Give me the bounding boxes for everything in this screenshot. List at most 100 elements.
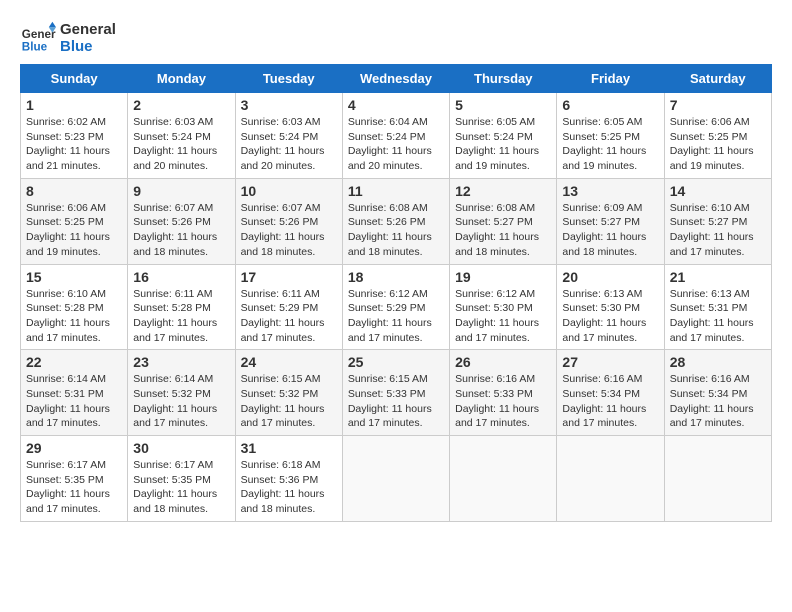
calendar-body: 1Sunrise: 6:02 AMSunset: 5:23 PMDaylight… xyxy=(21,93,772,522)
svg-text:Blue: Blue xyxy=(22,41,48,54)
calendar-cell-w4d4 xyxy=(450,436,557,522)
day-number: 2 xyxy=(133,97,229,113)
day-info: Sunrise: 6:09 AMSunset: 5:27 PMDaylight:… xyxy=(562,201,658,260)
logo: General Blue General Blue xyxy=(20,20,116,56)
calendar-cell-w1d1: 9 Sunrise: 6:07 AMSunset: 5:26 PMDaylight… xyxy=(128,178,235,264)
day-number: 27 xyxy=(562,354,658,370)
day-info: Sunrise: 6:03 AMSunset: 5:24 PMDaylight:… xyxy=(241,115,337,174)
day-number: 4 xyxy=(348,97,444,113)
calendar-cell-w3d0: 22 Sunrise: 6:14 AMSunset: 5:31 PMDayligh… xyxy=(21,350,128,436)
day-number: 8 xyxy=(26,183,122,199)
weekday-friday: Friday xyxy=(557,65,664,93)
day-info: Sunrise: 6:06 AMSunset: 5:25 PMDaylight:… xyxy=(670,115,766,174)
day-info: Sunrise: 6:08 AMSunset: 5:26 PMDaylight:… xyxy=(348,201,444,260)
day-number: 18 xyxy=(348,269,444,285)
calendar-cell-w4d5 xyxy=(557,436,664,522)
week-row-4: 22 Sunrise: 6:14 AMSunset: 5:31 PMDayligh… xyxy=(21,350,772,436)
calendar-cell-w2d4: 19 Sunrise: 6:12 AMSunset: 5:30 PMDayligh… xyxy=(450,264,557,350)
day-info: Sunrise: 6:14 AMSunset: 5:32 PMDaylight:… xyxy=(133,372,229,431)
day-info: Sunrise: 6:11 AMSunset: 5:28 PMDaylight:… xyxy=(133,287,229,346)
day-number: 6 xyxy=(562,97,658,113)
day-number: 31 xyxy=(241,440,337,456)
day-info: Sunrise: 6:16 AMSunset: 5:34 PMDaylight:… xyxy=(670,372,766,431)
day-info: Sunrise: 6:15 AMSunset: 5:33 PMDaylight:… xyxy=(348,372,444,431)
day-info: Sunrise: 6:16 AMSunset: 5:34 PMDaylight:… xyxy=(562,372,658,431)
day-number: 10 xyxy=(241,183,337,199)
calendar-cell-w3d5: 27 Sunrise: 6:16 AMSunset: 5:34 PMDayligh… xyxy=(557,350,664,436)
day-info: Sunrise: 6:16 AMSunset: 5:33 PMDaylight:… xyxy=(455,372,551,431)
day-number: 30 xyxy=(133,440,229,456)
day-number: 13 xyxy=(562,183,658,199)
weekday-tuesday: Tuesday xyxy=(235,65,342,93)
day-info: Sunrise: 6:17 AMSunset: 5:35 PMDaylight:… xyxy=(133,458,229,517)
calendar-table: SundayMondayTuesdayWednesdayThursdayFrid… xyxy=(20,64,772,522)
day-info: Sunrise: 6:11 AMSunset: 5:29 PMDaylight:… xyxy=(241,287,337,346)
week-row-5: 29 Sunrise: 6:17 AMSunset: 5:35 PMDayligh… xyxy=(21,436,772,522)
calendar-cell-w3d2: 24 Sunrise: 6:15 AMSunset: 5:32 PMDayligh… xyxy=(235,350,342,436)
day-info: Sunrise: 6:07 AMSunset: 5:26 PMDaylight:… xyxy=(133,201,229,260)
week-row-2: 8 Sunrise: 6:06 AMSunset: 5:25 PMDaylight… xyxy=(21,178,772,264)
day-info: Sunrise: 6:08 AMSunset: 5:27 PMDaylight:… xyxy=(455,201,551,260)
day-number: 25 xyxy=(348,354,444,370)
calendar-cell-w2d2: 17 Sunrise: 6:11 AMSunset: 5:29 PMDayligh… xyxy=(235,264,342,350)
calendar-cell-w0d3: 4 Sunrise: 6:04 AMSunset: 5:24 PMDaylight… xyxy=(342,93,449,179)
day-number: 23 xyxy=(133,354,229,370)
day-info: Sunrise: 6:06 AMSunset: 5:25 PMDaylight:… xyxy=(26,201,122,260)
day-number: 26 xyxy=(455,354,551,370)
day-number: 29 xyxy=(26,440,122,456)
calendar-cell-w2d5: 20 Sunrise: 6:13 AMSunset: 5:30 PMDayligh… xyxy=(557,264,664,350)
weekday-header-row: SundayMondayTuesdayWednesdayThursdayFrid… xyxy=(21,65,772,93)
day-number: 19 xyxy=(455,269,551,285)
calendar-cell-w2d6: 21Sunrise: 6:13 AMSunset: 5:31 PMDayligh… xyxy=(664,264,771,350)
day-number: 22 xyxy=(26,354,122,370)
calendar-cell-w0d5: 6 Sunrise: 6:05 AMSunset: 5:25 PMDaylight… xyxy=(557,93,664,179)
day-number: 14 xyxy=(670,183,766,199)
day-info: Sunrise: 6:12 AMSunset: 5:29 PMDaylight:… xyxy=(348,287,444,346)
day-number: 3 xyxy=(241,97,337,113)
calendar-cell-w4d0: 29Sunrise: 6:17 AMSunset: 5:35 PMDayligh… xyxy=(21,436,128,522)
calendar-cell-w2d3: 18 Sunrise: 6:12 AMSunset: 5:29 PMDayligh… xyxy=(342,264,449,350)
week-row-3: 15 Sunrise: 6:10 AMSunset: 5:28 PMDayligh… xyxy=(21,264,772,350)
day-info: Sunrise: 6:07 AMSunset: 5:26 PMDaylight:… xyxy=(241,201,337,260)
day-info: Sunrise: 6:15 AMSunset: 5:32 PMDaylight:… xyxy=(241,372,337,431)
calendar-cell-w0d1: 2Sunrise: 6:03 AMSunset: 5:24 PMDaylight… xyxy=(128,93,235,179)
calendar-cell-w3d6: 28 Sunrise: 6:16 AMSunset: 5:34 PMDayligh… xyxy=(664,350,771,436)
day-info: Sunrise: 6:12 AMSunset: 5:30 PMDaylight:… xyxy=(455,287,551,346)
calendar-cell-w3d4: 26 Sunrise: 6:16 AMSunset: 5:33 PMDayligh… xyxy=(450,350,557,436)
day-number: 1 xyxy=(26,97,122,113)
weekday-wednesday: Wednesday xyxy=(342,65,449,93)
day-info: Sunrise: 6:05 AMSunset: 5:24 PMDaylight:… xyxy=(455,115,551,174)
calendar-cell-w4d1: 30 Sunrise: 6:17 AMSunset: 5:35 PMDayligh… xyxy=(128,436,235,522)
calendar-cell-w2d0: 15 Sunrise: 6:10 AMSunset: 5:28 PMDayligh… xyxy=(21,264,128,350)
day-number: 16 xyxy=(133,269,229,285)
calendar-cell-w1d3: 11Sunrise: 6:08 AMSunset: 5:26 PMDayligh… xyxy=(342,178,449,264)
day-number: 17 xyxy=(241,269,337,285)
day-number: 9 xyxy=(133,183,229,199)
day-info: Sunrise: 6:04 AMSunset: 5:24 PMDaylight:… xyxy=(348,115,444,174)
calendar-cell-w4d6 xyxy=(664,436,771,522)
day-info: Sunrise: 6:05 AMSunset: 5:25 PMDaylight:… xyxy=(562,115,658,174)
page-header: General Blue General Blue xyxy=(20,20,772,56)
day-info: Sunrise: 6:10 AMSunset: 5:28 PMDaylight:… xyxy=(26,287,122,346)
calendar-cell-w3d1: 23 Sunrise: 6:14 AMSunset: 5:32 PMDayligh… xyxy=(128,350,235,436)
day-number: 21 xyxy=(670,269,766,285)
calendar-cell-w1d4: 12Sunrise: 6:08 AMSunset: 5:27 PMDayligh… xyxy=(450,178,557,264)
day-number: 20 xyxy=(562,269,658,285)
calendar-cell-w3d3: 25 Sunrise: 6:15 AMSunset: 5:33 PMDayligh… xyxy=(342,350,449,436)
calendar-cell-w2d1: 16 Sunrise: 6:11 AMSunset: 5:28 PMDayligh… xyxy=(128,264,235,350)
day-number: 15 xyxy=(26,269,122,285)
calendar-cell-w1d6: 14Sunrise: 6:10 AMSunset: 5:27 PMDayligh… xyxy=(664,178,771,264)
day-info: Sunrise: 6:13 AMSunset: 5:30 PMDaylight:… xyxy=(562,287,658,346)
day-number: 24 xyxy=(241,354,337,370)
calendar-cell-w0d2: 3 Sunrise: 6:03 AMSunset: 5:24 PMDaylight… xyxy=(235,93,342,179)
logo-icon: General Blue xyxy=(20,20,56,56)
logo-blue: Blue xyxy=(60,38,116,55)
day-info: Sunrise: 6:14 AMSunset: 5:31 PMDaylight:… xyxy=(26,372,122,431)
weekday-thursday: Thursday xyxy=(450,65,557,93)
week-row-1: 1Sunrise: 6:02 AMSunset: 5:23 PMDaylight… xyxy=(21,93,772,179)
calendar-cell-w1d5: 13 Sunrise: 6:09 AMSunset: 5:27 PMDayligh… xyxy=(557,178,664,264)
weekday-saturday: Saturday xyxy=(664,65,771,93)
day-number: 28 xyxy=(670,354,766,370)
calendar-cell-w0d4: 5Sunrise: 6:05 AMSunset: 5:24 PMDaylight… xyxy=(450,93,557,179)
weekday-sunday: Sunday xyxy=(21,65,128,93)
